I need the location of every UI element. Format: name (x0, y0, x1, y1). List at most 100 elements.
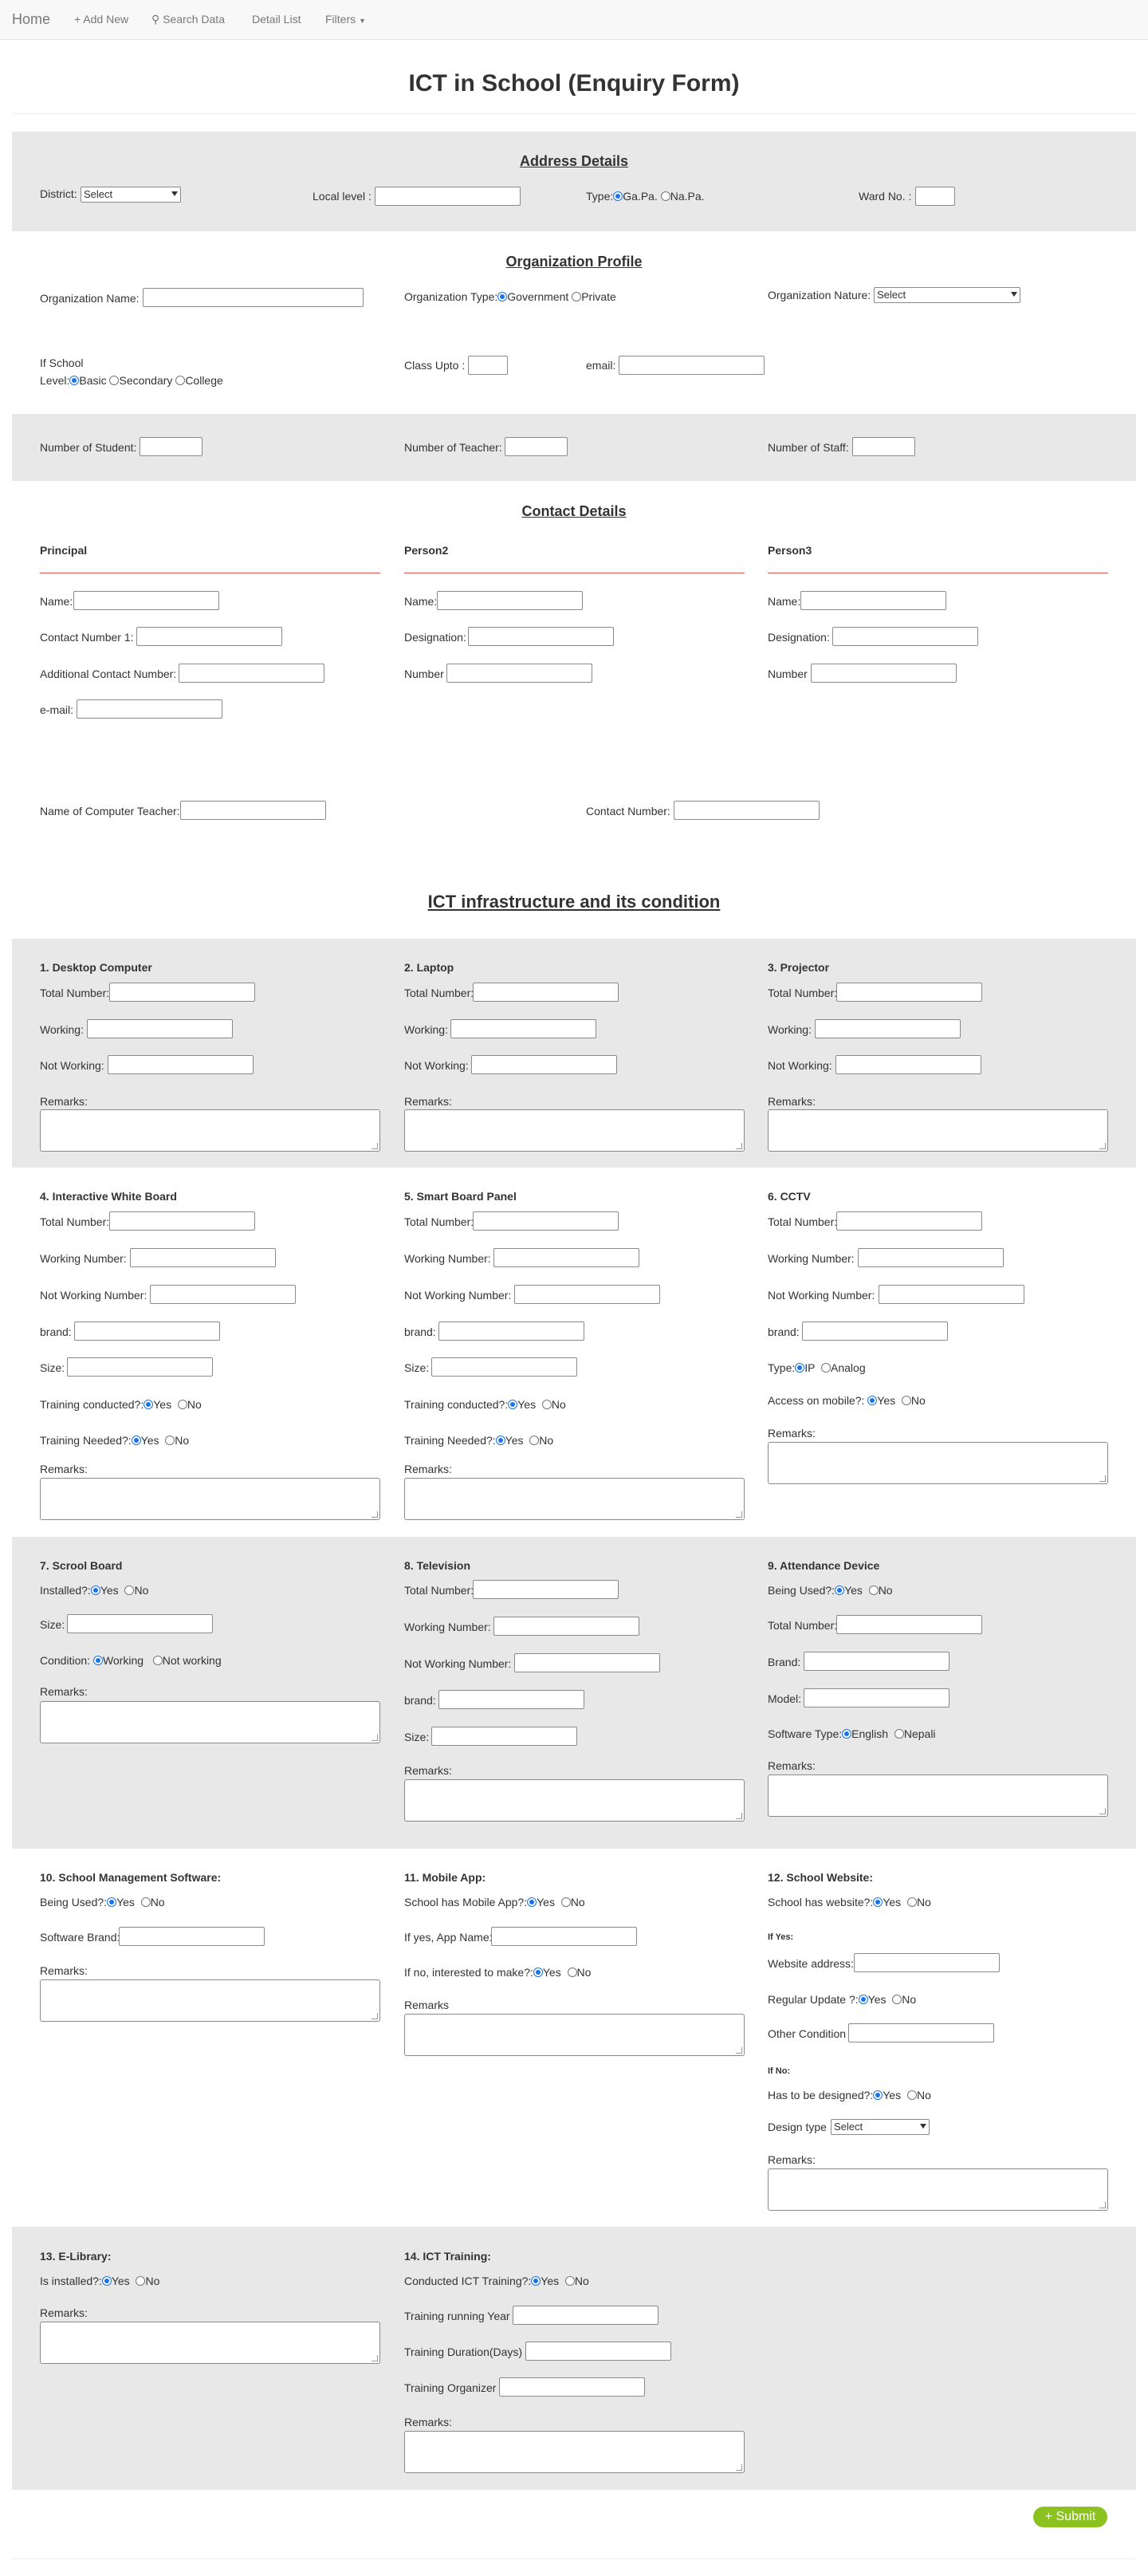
nepali-radio[interactable] (894, 1729, 904, 1739)
smart-remarks-textarea[interactable] (404, 1478, 745, 1520)
smart-working-input[interactable] (493, 1248, 639, 1267)
organizer-input[interactable] (499, 2377, 645, 2397)
desktop-notworking-input[interactable] (108, 1055, 254, 1074)
cctv-working-input[interactable] (858, 1248, 1004, 1267)
private-radio[interactable] (572, 292, 582, 301)
iwb-tc-no-radio[interactable] (177, 1400, 187, 1409)
person3-designation-input[interactable] (832, 627, 978, 646)
secondary-radio[interactable] (109, 376, 120, 385)
nav-add-new[interactable]: + Add New (74, 13, 128, 26)
sms-used-no-radio[interactable] (140, 1897, 151, 1907)
tv-working-input[interactable] (493, 1617, 639, 1636)
iwb-remarks-textarea[interactable] (40, 1478, 380, 1520)
scroll-size-input[interactable] (67, 1614, 213, 1633)
principal-email-input[interactable] (77, 699, 222, 719)
smart-size-input[interactable] (431, 1357, 577, 1377)
attendance-used-yes-radio[interactable] (835, 1585, 845, 1595)
ward-input[interactable] (915, 187, 955, 206)
cctv-mobile-no-radio[interactable] (901, 1396, 911, 1405)
college-radio[interactable] (175, 376, 186, 385)
scroll-installed-yes-radio[interactable] (90, 1585, 100, 1595)
principal-name-input[interactable] (73, 591, 219, 610)
person3-name-input[interactable] (800, 591, 946, 610)
laptop-total-input[interactable] (473, 983, 619, 1002)
iwb-tn-no-radio[interactable] (165, 1436, 175, 1445)
teachers-input[interactable] (505, 437, 568, 456)
has-website-yes-radio[interactable] (873, 1897, 883, 1907)
projector-total-input[interactable] (836, 983, 982, 1002)
nav-search[interactable]: ⚲ Search Data (151, 13, 225, 26)
interested-no-radio[interactable] (567, 1967, 577, 1977)
condition-working-radio[interactable] (92, 1656, 103, 1665)
website-remarks-textarea[interactable] (768, 2168, 1108, 2211)
person3-number-input[interactable] (811, 664, 957, 683)
tv-remarks-textarea[interactable] (404, 1779, 745, 1822)
tv-total-input[interactable] (473, 1580, 619, 1599)
projector-working-input[interactable] (815, 1019, 961, 1038)
analog-radio[interactable] (821, 1363, 832, 1373)
training-remarks-textarea[interactable] (404, 2431, 745, 2473)
cctv-brand-input[interactable] (802, 1321, 948, 1341)
scroll-installed-no-radio[interactable] (124, 1585, 135, 1595)
iwb-brand-input[interactable] (74, 1321, 220, 1341)
person2-designation-input[interactable] (468, 627, 614, 646)
gapa-radio[interactable] (613, 191, 623, 201)
attendance-brand-input[interactable] (804, 1652, 949, 1671)
attendance-remarks-textarea[interactable] (768, 1774, 1108, 1817)
smart-tc-no-radio[interactable] (541, 1400, 552, 1409)
english-radio[interactable] (842, 1729, 852, 1739)
smart-brand-input[interactable] (438, 1321, 584, 1341)
desktop-working-input[interactable] (87, 1019, 233, 1038)
elibrary-yes-radio[interactable] (101, 2276, 112, 2286)
napa-radio[interactable] (660, 191, 670, 201)
cctv-mobile-yes-radio[interactable] (867, 1396, 878, 1405)
desktop-total-input[interactable] (109, 983, 255, 1002)
elibrary-no-radio[interactable] (136, 2276, 146, 2286)
attendance-used-no-radio[interactable] (868, 1585, 879, 1595)
principal-additional-input[interactable] (179, 664, 324, 683)
desktop-remarks-textarea[interactable] (40, 1109, 380, 1152)
attendance-model-input[interactable] (804, 1688, 949, 1707)
app-name-input[interactable] (491, 1927, 637, 1946)
iwb-working-input[interactable] (130, 1248, 276, 1267)
person2-name-input[interactable] (437, 591, 583, 610)
web-address-input[interactable] (854, 1953, 1000, 1972)
smart-total-input[interactable] (473, 1211, 619, 1231)
iwb-notworking-input[interactable] (150, 1285, 296, 1304)
smart-tc-yes-radio[interactable] (508, 1400, 518, 1409)
running-year-input[interactable] (513, 2306, 659, 2325)
basic-radio[interactable] (69, 376, 80, 385)
to-design-yes-radio[interactable] (873, 2090, 883, 2100)
tv-brand-input[interactable] (438, 1690, 584, 1709)
tv-size-input[interactable] (431, 1727, 577, 1746)
smart-notworking-input[interactable] (514, 1285, 660, 1304)
person2-number-input[interactable] (446, 664, 592, 683)
students-input[interactable] (140, 437, 202, 456)
scroll-remarks-textarea[interactable] (40, 1701, 380, 1743)
org-email-input[interactable] (619, 356, 765, 375)
laptop-working-input[interactable] (450, 1019, 596, 1038)
attendance-total-input[interactable] (836, 1615, 982, 1634)
regular-update-no-radio[interactable] (892, 1995, 902, 2004)
laptop-remarks-textarea[interactable] (404, 1109, 745, 1152)
has-app-yes-radio[interactable] (527, 1897, 537, 1907)
interested-yes-radio[interactable] (533, 1967, 543, 1977)
to-design-no-radio[interactable] (906, 2090, 917, 2100)
class-upto-input[interactable] (468, 356, 508, 375)
design-type-select[interactable]: Select (831, 2119, 930, 2135)
tv-notworking-input[interactable] (514, 1653, 660, 1672)
smart-tn-yes-radio[interactable] (495, 1436, 505, 1445)
software-brand-input[interactable] (119, 1927, 265, 1946)
smart-tn-no-radio[interactable] (529, 1436, 540, 1445)
projector-remarks-textarea[interactable] (768, 1109, 1108, 1152)
regular-update-yes-radio[interactable] (858, 1995, 868, 2004)
staff-input[interactable] (852, 437, 915, 456)
iwb-tn-yes-radio[interactable] (131, 1436, 141, 1445)
cctv-total-input[interactable] (836, 1211, 982, 1231)
cctv-notworking-input[interactable] (879, 1285, 1024, 1304)
condition-not-radio[interactable] (152, 1656, 163, 1665)
iwb-tc-yes-radio[interactable] (144, 1400, 154, 1409)
other-condition-input[interactable] (848, 2023, 994, 2042)
iwb-size-input[interactable] (67, 1357, 213, 1377)
duration-input[interactable] (525, 2342, 671, 2361)
